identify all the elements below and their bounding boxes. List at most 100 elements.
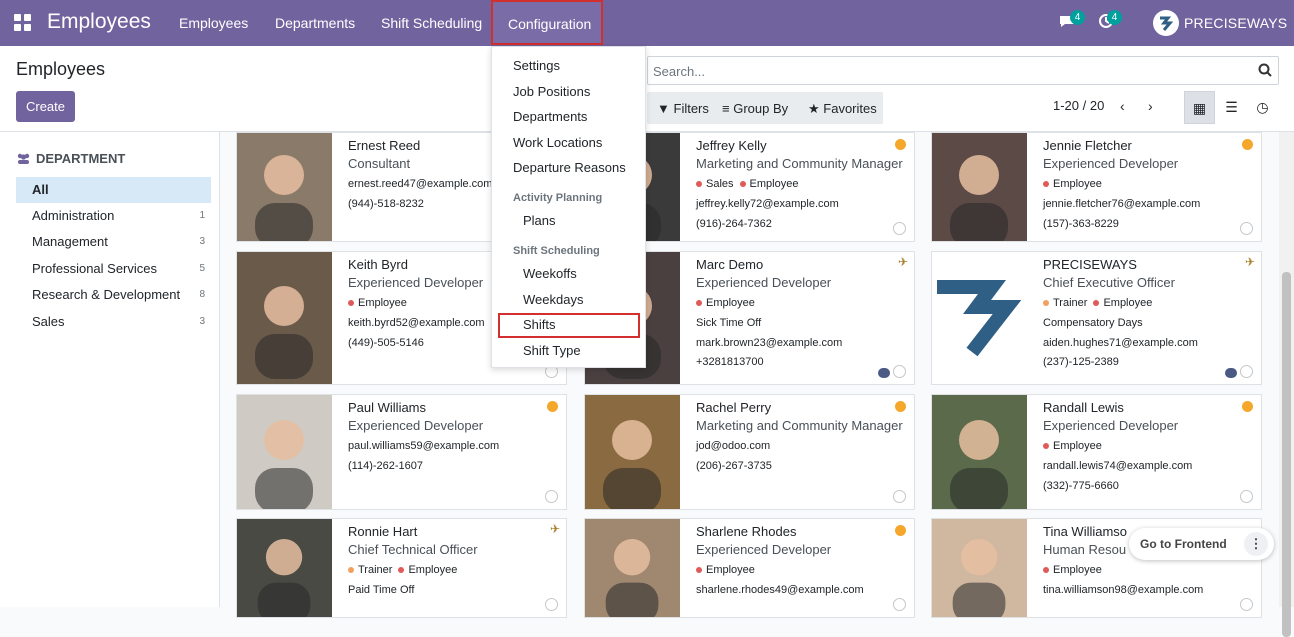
tag: Trainer (1043, 297, 1087, 309)
employee-info-line: Sick Time Off (696, 317, 762, 329)
activity-view-icon[interactable]: ◷ (1247, 91, 1278, 124)
tag-label: Employee (706, 564, 755, 576)
employee-info-line: paul.williams59@example.com (348, 440, 500, 452)
tag-label: Trainer (358, 564, 393, 576)
list-view-icon[interactable]: ☰ (1216, 91, 1247, 124)
group-by-label: Group By (733, 101, 789, 116)
activity-clock-icon[interactable] (893, 598, 906, 611)
chat-icon[interactable] (878, 368, 890, 378)
menu-employees[interactable]: Employees (179, 15, 248, 31)
status-away-icon (547, 401, 558, 412)
go-to-frontend-button[interactable]: Go to Frontend ⋮ (1129, 528, 1274, 560)
employee-info-line: Compensatory Days (1043, 317, 1143, 329)
employee-info-line: (157)-363-8229 (1043, 217, 1119, 230)
sidebar-item-all[interactable]: All (16, 177, 211, 203)
chat-icon[interactable] (1225, 368, 1237, 378)
employee-job-title: Experienced Developer (348, 418, 484, 433)
employee-card[interactable]: Sharlene Rhodes Experienced Developer Empl… (584, 518, 915, 618)
employee-photo (237, 252, 332, 384)
scrollbar-thumb[interactable] (1282, 272, 1291, 637)
employee-name: Marc Demo (696, 257, 764, 272)
dropdown-item-work-locations[interactable]: Work Locations (513, 135, 602, 150)
menu-shift-scheduling[interactable]: Shift Scheduling (381, 15, 482, 31)
dropdown-item-weekoffs[interactable]: Weekoffs (523, 266, 577, 281)
dropdown-item-plans[interactable]: Plans (523, 213, 556, 228)
kebab-menu-icon[interactable]: ⋮ (1244, 532, 1268, 556)
sidebar-item-management[interactable]: Management 3 (16, 229, 211, 255)
tag-dot-icon (696, 567, 702, 574)
employee-name: PRECISEWAYS (1043, 257, 1137, 272)
activity-clock-icon[interactable] (1240, 222, 1253, 235)
dropdown-item-shift-type[interactable]: Shift Type (523, 343, 581, 358)
app-title[interactable]: Employees (47, 10, 151, 34)
employee-job-title: Human Resou (1043, 542, 1127, 557)
messages-badge: 4 (1070, 10, 1085, 25)
employee-card[interactable]: Randall Lewis Experienced Developer Employ… (931, 394, 1262, 510)
employee-card[interactable]: Ronnie Hart Chief Technical Officer Traine… (236, 518, 567, 618)
dropdown-item-job-positions[interactable]: Job Positions (513, 84, 590, 99)
dropdown-item-shifts[interactable]: Shifts (523, 317, 556, 332)
pager-previous-icon[interactable]: ‹ (1120, 98, 1125, 114)
sidebar-item-professional-services[interactable]: Professional Services 5 (16, 256, 211, 282)
dropdown-item-departments[interactable]: Departments (513, 109, 587, 124)
filters-button[interactable]: ▼ Filters (657, 95, 709, 123)
group-by-button[interactable]: ≡ Group By (722, 95, 788, 123)
dropdown-item-settings[interactable]: Settings (513, 58, 560, 73)
activity-clock-icon[interactable] (1240, 490, 1253, 503)
tag: Employee (398, 564, 457, 576)
employee-photo (585, 395, 680, 509)
employee-card[interactable]: Rachel Perry Marketing and Community Mana… (584, 394, 915, 510)
dropdown-item-weekdays[interactable]: Weekdays (523, 292, 583, 307)
tag: Employee (1043, 178, 1102, 190)
sidebar-item-sales[interactable]: Sales 3 (16, 309, 211, 335)
employee-info-line: tina.williamson98@example.com (1043, 584, 1204, 596)
pager-next-icon[interactable]: › (1148, 98, 1153, 114)
sidebar-item-administration[interactable]: Administration 1 (16, 203, 211, 229)
status-away-icon (895, 139, 906, 150)
activity-clock-icon[interactable] (545, 598, 558, 611)
employee-job-title: Chief Technical Officer (348, 542, 478, 557)
sidebar-item-research-development[interactable]: Research & Development 8 (16, 282, 211, 308)
activity-clock-icon[interactable] (893, 365, 906, 378)
tag: Employee (1093, 297, 1152, 309)
sidebar-item-label: Management (32, 234, 108, 249)
star-icon: ★ (808, 101, 820, 116)
employee-card[interactable]: Jennie Fletcher Experienced Developer Empl… (931, 132, 1262, 242)
activity-clock-icon[interactable] (545, 490, 558, 503)
sidebar-item-label: Professional Services (32, 261, 157, 276)
employee-info-line: (916)-264-7362 (696, 217, 772, 230)
search-input[interactable]: Search... (647, 56, 1279, 85)
create-button[interactable]: Create (16, 91, 75, 122)
kanban-view-icon[interactable]: ▦ (1184, 91, 1215, 124)
employee-info-line: +3281813700 (696, 356, 764, 368)
employee-card[interactable]: PRECISEWAYS Chief Executive Officer Traine… (931, 251, 1262, 385)
activity-clock-icon[interactable] (893, 490, 906, 503)
employee-card[interactable]: Paul Williams Experienced Developer paul.w… (236, 394, 567, 510)
scrollbar[interactable] (1279, 132, 1294, 637)
sidebar-item-count: 8 (199, 289, 205, 300)
activity-clock-icon[interactable] (1240, 598, 1253, 611)
search-icon[interactable] (1258, 63, 1272, 77)
employee-photo (932, 133, 1027, 241)
company-logo-icon[interactable] (1153, 10, 1179, 36)
menu-configuration[interactable]: Configuration (491, 0, 603, 45)
employee-tags: Employee (348, 297, 413, 309)
employee-photo (585, 519, 680, 617)
tag-dot-icon (348, 300, 354, 307)
tag-label: Sales (706, 178, 734, 190)
tag: Employee (1043, 564, 1102, 576)
sidebar-heading-label: DEPARTMENT (36, 151, 126, 166)
pager-value[interactable]: 1-20 / 20 (1053, 98, 1104, 113)
sidebar-item-label: All (32, 182, 49, 197)
employee-tags: Sales Employee (696, 178, 804, 190)
employee-info-line: jennie.fletcher76@example.com (1043, 198, 1201, 210)
activity-clock-icon[interactable] (893, 222, 906, 235)
activity-clock-icon[interactable] (1240, 365, 1253, 378)
tag: Employee (348, 297, 407, 309)
menu-departments[interactable]: Departments (275, 15, 355, 31)
app-menu-icon[interactable] (14, 14, 32, 32)
tag-label: Trainer (1053, 297, 1088, 309)
company-name[interactable]: PRECISEWAYS (1184, 15, 1287, 31)
favorites-button[interactable]: ★ Favorites (808, 95, 877, 123)
dropdown-item-departure-reasons[interactable]: Departure Reasons (513, 160, 626, 175)
